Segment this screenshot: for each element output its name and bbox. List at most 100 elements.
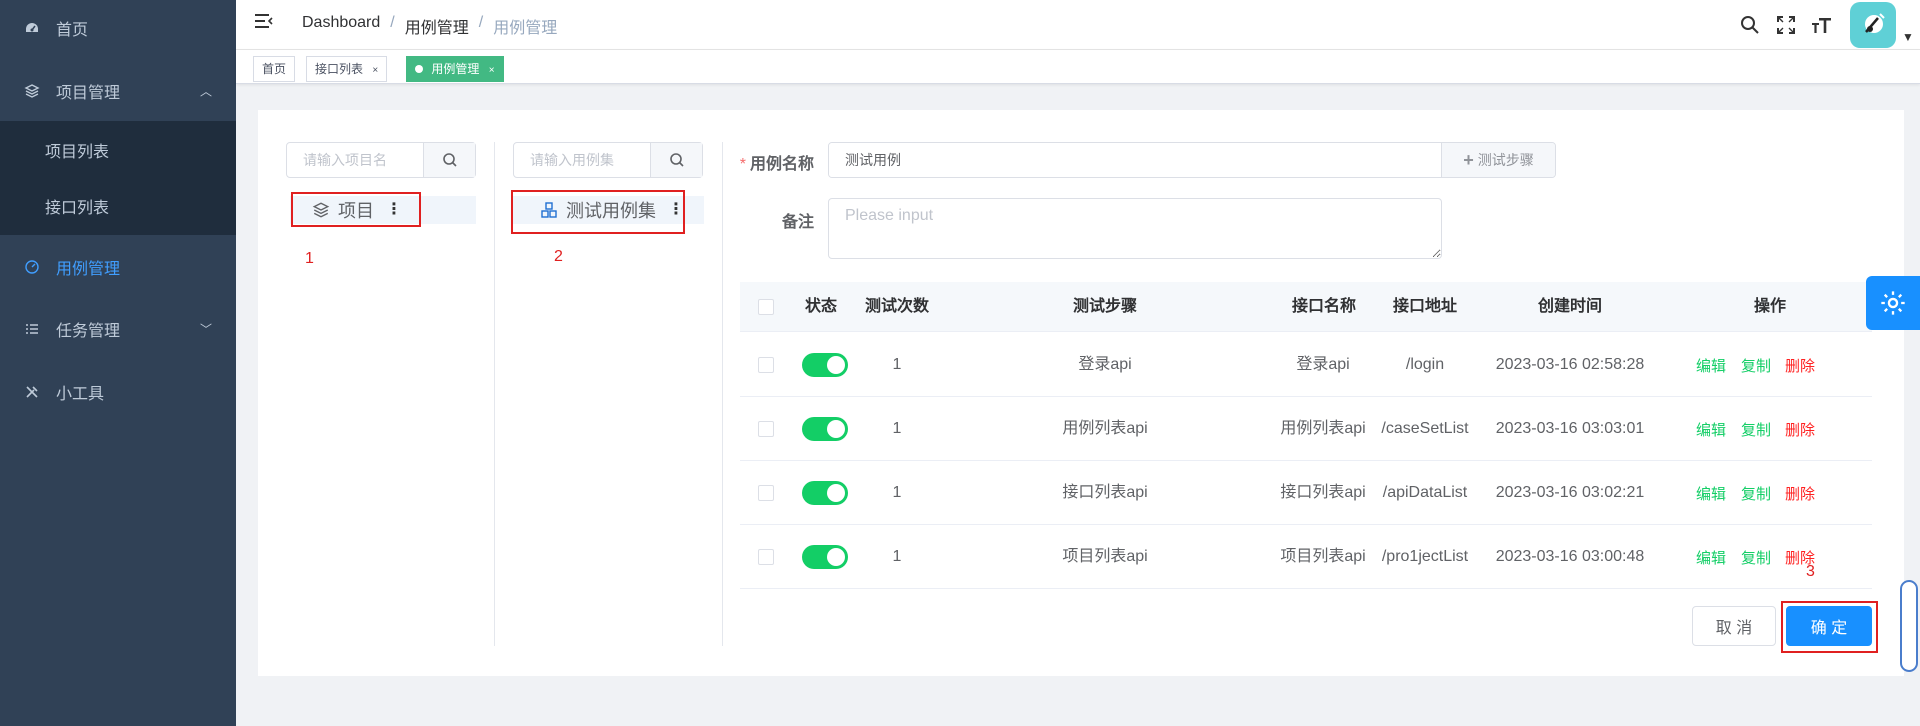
created-time: 2023-03-16 03:03:01 (1495, 420, 1645, 437)
more-icon[interactable]: ⋮ (386, 202, 402, 218)
caseset-search (513, 142, 703, 178)
status-toggle[interactable] (802, 417, 848, 441)
column-header: 测试步骤 (1072, 298, 1137, 315)
status-toggle[interactable] (802, 353, 848, 377)
table-row: 1 登录api 登录api /login 2023-03-16 02:58:28… (740, 333, 1872, 397)
edit-button[interactable]: 编辑 (1696, 483, 1726, 504)
select-all-checkbox[interactable] (758, 299, 774, 315)
case-name-input[interactable] (829, 143, 1441, 177)
sidebar-item-label: 首页 (56, 22, 89, 39)
breadcrumb-current: 用例管理 (493, 20, 558, 37)
sidebar-item-project-management[interactable]: 项目管理 ︿ (0, 63, 236, 119)
project-tree-label: 项目 (338, 201, 374, 221)
test-step: 项目列表api (1062, 548, 1148, 565)
search-icon (669, 153, 684, 167)
table-row: 1 用例列表api 用例列表api /caseSetList 2023-03-1… (740, 397, 1872, 461)
list-icon (22, 319, 42, 339)
header-tools: ▼ (1732, 0, 1920, 50)
row-checkbox[interactable] (758, 357, 774, 373)
table-row: 1 项目列表api 项目列表api /pro1jectList 2023-03-… (740, 525, 1872, 589)
test-step: 登录api (1078, 356, 1132, 373)
caseset-search-input[interactable] (514, 143, 650, 177)
confirm-button[interactable]: 确 定 (1786, 606, 1872, 646)
edit-button[interactable]: 编辑 (1696, 355, 1726, 376)
row-checkbox[interactable] (758, 485, 774, 501)
fullscreen-icon[interactable] (1768, 7, 1804, 43)
copy-button[interactable]: 复制 (1741, 483, 1771, 504)
sidebar-item-case-management[interactable]: 用例管理 (0, 239, 236, 295)
project-search-button[interactable] (423, 143, 475, 177)
caseset-tree-label: 测试用例集 (566, 201, 656, 221)
sidebar-item-tools[interactable]: 小工具 (0, 364, 236, 420)
search-icon[interactable] (1732, 7, 1768, 43)
status-toggle[interactable] (802, 545, 848, 569)
row-checkbox[interactable] (758, 421, 774, 437)
delete-button[interactable]: 删除 (1785, 483, 1815, 504)
sidebar-item-api-list[interactable]: 接口列表 (0, 178, 236, 234)
remark-label: 备注 (781, 214, 814, 231)
project-tree-node[interactable]: 项目 ⋮ (290, 196, 476, 224)
cancel-button[interactable]: 取 消 (1692, 606, 1776, 646)
sidebar-item-home[interactable]: 首页 (0, 0, 236, 56)
test-count: 1 (892, 484, 902, 501)
column-header: 接口地址 (1392, 298, 1457, 315)
edit-button[interactable]: 编辑 (1696, 547, 1726, 568)
divider (722, 142, 723, 646)
sidebar-item-label: 任务管理 (56, 323, 121, 340)
caseset-search-button[interactable] (650, 143, 702, 177)
add-step-button[interactable]: + 测试步骤 (1441, 143, 1555, 177)
sidebar-item-task-management[interactable]: 任务管理 ﹀ (0, 301, 236, 357)
copy-button[interactable]: 复制 (1741, 355, 1771, 376)
test-count: 1 (892, 548, 902, 565)
delete-button[interactable]: 删除 (1785, 419, 1815, 440)
tag-home[interactable]: 首页 (253, 56, 296, 82)
close-icon[interactable]: × (489, 65, 495, 76)
column-header: 操作 (1753, 298, 1786, 315)
project-search (286, 142, 476, 178)
marker-3: 3 (1806, 563, 1815, 580)
tags-view: 首页 接口列表 × 用例管理 × (236, 50, 1920, 84)
column-header: 测试次数 (864, 298, 929, 315)
tag-api-list[interactable]: 接口列表 × (306, 56, 388, 82)
sidebar-item-project-list[interactable]: 项目列表 (0, 122, 236, 178)
api-name: 项目列表api (1280, 548, 1366, 565)
close-icon[interactable]: × (372, 65, 378, 76)
breadcrumb-separator: / (390, 14, 395, 31)
status-toggle[interactable] (802, 481, 848, 505)
sidebar-item-label: 用例管理 (56, 261, 121, 278)
row-checkbox[interactable] (758, 549, 774, 565)
sidebar-item-label: 小工具 (56, 386, 105, 403)
avatar[interactable] (1850, 2, 1896, 48)
tag-label: 用例管理 (431, 62, 480, 76)
add-step-label: 测试步骤 (1477, 152, 1534, 168)
hamburger-icon[interactable] (254, 12, 274, 32)
sidebar-item-label: 项目列表 (45, 144, 110, 161)
sidebar-item-label: 接口列表 (45, 200, 110, 217)
font-size-icon[interactable] (1804, 7, 1840, 43)
test-count: 1 (892, 356, 902, 373)
api-name: 接口列表api (1280, 484, 1366, 501)
edit-button[interactable]: 编辑 (1696, 419, 1726, 440)
tag-case-management[interactable]: 用例管理 × (406, 56, 504, 82)
copy-button[interactable]: 复制 (1741, 547, 1771, 568)
copy-button[interactable]: 复制 (1741, 419, 1771, 440)
remark-textarea[interactable] (828, 198, 1442, 259)
scrollbar[interactable] (1900, 580, 1918, 672)
column-header: 创建时间 (1537, 298, 1602, 315)
api-name: 用例列表api (1280, 420, 1366, 437)
search-icon (442, 153, 457, 167)
caseset-tree-node[interactable]: 测试用例集 ⋮ (512, 196, 704, 224)
more-icon[interactable]: ⋮ (668, 202, 684, 218)
api-url: /pro1jectList (1381, 548, 1469, 565)
breadcrumb-dashboard[interactable]: Dashboard (302, 14, 380, 38)
project-search-input[interactable] (287, 143, 423, 177)
api-name: 登录api (1296, 356, 1350, 373)
delete-button[interactable]: 删除 (1785, 355, 1815, 376)
sidebar-item-label: 项目管理 (56, 85, 121, 102)
header: Dashboard / 用例管理 / 用例管理 ▼ (236, 0, 1920, 50)
divider (494, 142, 495, 646)
layers-icon (312, 201, 330, 219)
breadcrumb-case-management[interactable]: 用例管理 (405, 14, 469, 38)
settings-button[interactable] (1866, 276, 1920, 330)
caret-down-icon[interactable]: ▼ (1902, 30, 1920, 44)
